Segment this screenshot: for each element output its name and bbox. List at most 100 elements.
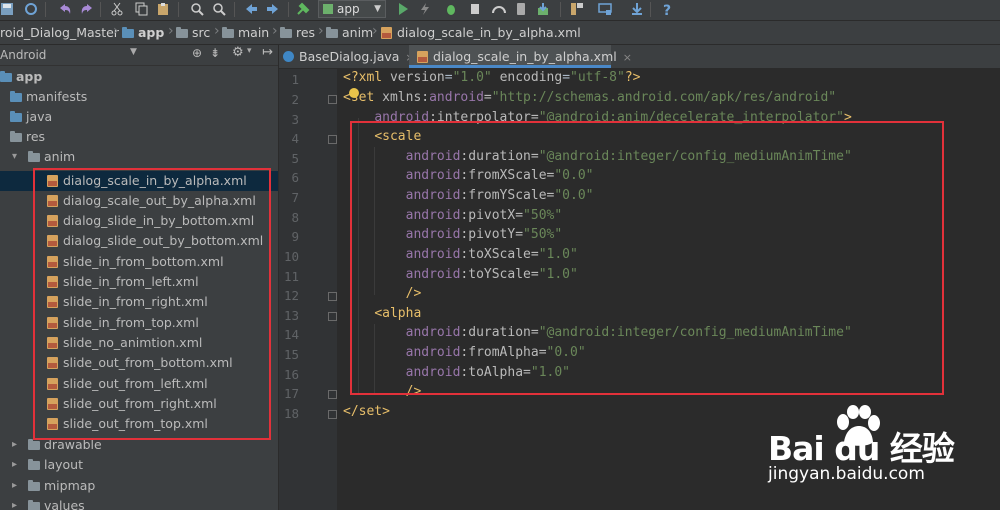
folder-icon [326,27,338,38]
attach-debugger-icon[interactable] [468,2,482,16]
java-class-icon [283,51,294,62]
toolbar-divider [100,2,101,17]
fold-marker-icon[interactable] [328,312,337,321]
breadcrumb-separator: › [168,23,174,39]
view-mode-chevron-icon[interactable]: ▼ [130,47,137,57]
tree-item-anim[interactable]: ▾ anim [0,147,278,167]
highlight-box [350,121,944,395]
cut-icon[interactable] [110,2,124,16]
expand-arrow-icon[interactable]: ▸ [12,435,17,455]
tree-item-label: anim [44,149,76,164]
breadcrumb-anim[interactable]: anim [326,25,373,40]
module-folder-icon [0,71,12,82]
scroll-from-source-icon[interactable]: ⊕ [192,46,202,60]
fold-marker-icon[interactable] [328,292,337,301]
xml-file-icon [381,27,392,39]
tree-item-mipmap[interactable]: ▸ mipmap [0,476,278,496]
tab-base-dialog-java[interactable]: BaseDialog.java× [283,45,415,68]
apply-changes-icon[interactable] [418,2,432,16]
breadcrumb-label: anim [342,25,374,40]
toolbar-divider [45,2,46,17]
device-manager-icon[interactable] [630,2,644,16]
avd-manager-icon[interactable] [514,2,528,16]
tab-label: dialog_scale_in_by_alpha.xml [433,49,617,64]
expand-arrow-icon[interactable]: ▸ [12,455,17,475]
breadcrumb-separator: › [214,23,220,39]
tree-item-app[interactable]: app [0,67,278,87]
breadcrumb-main[interactable]: main [222,25,269,40]
expand-arrow-icon[interactable]: ▾ [12,147,17,167]
module-folder-icon [122,27,134,38]
find-icon[interactable] [190,2,204,16]
copy-icon[interactable] [134,2,148,16]
breadcrumb-separator: › [318,23,324,39]
expand-arrow-icon[interactable]: ▸ [12,476,17,496]
lightbulb-icon[interactable] [349,88,359,98]
project-panel: Android ▼ ⊕ ⇟ ⚙ ▾ ↦ app ▸ manifests ▸ ja… [0,45,279,510]
chevron-down-icon: ▼ [374,4,381,14]
code-line-18: </set> [343,404,390,419]
main-toolbar: app ▼ ? [0,0,1000,21]
line-number: 9 [291,229,299,244]
folder-icon [28,151,40,162]
tree-item-res[interactable]: ▾ res [0,127,278,147]
paste-icon[interactable] [156,2,170,16]
breadcrumb-src[interactable]: src [176,25,210,40]
line-number: 17 [283,386,299,401]
watermark-url: jingyan.baidu.com [768,464,925,484]
redo-icon[interactable] [80,2,94,16]
project-structure-icon[interactable] [570,2,584,16]
folder-icon [222,27,234,38]
folder-icon [28,500,40,510]
view-mode-select[interactable]: Android [0,48,46,62]
line-number: 12 [283,288,299,303]
breadcrumb-res[interactable]: res [280,25,315,40]
toolbar-divider [234,2,235,17]
make-project-icon[interactable] [296,2,310,16]
editor-gutter: 1 2 3 4 5 6 7 8 9 10 11 12 13 14 15 16 17 18 [279,69,337,510]
run-config-select[interactable]: app ▼ [318,0,386,18]
collapse-all-icon[interactable]: ⇟ [210,46,220,60]
tab-dialog-scale-in-by-alpha[interactable]: dialog_scale_in_by_alpha.xml × [409,45,632,68]
android-icon [323,4,333,14]
tree-item-manifests[interactable]: ▸ manifests [0,87,278,107]
debug-icon[interactable] [444,2,458,16]
highlight-box [33,168,271,440]
line-number: 13 [283,308,299,323]
breadcrumb-file[interactable]: dialog_scale_in_by_alpha.xml [381,25,581,40]
expand-arrow-icon[interactable]: ▸ [12,496,17,510]
layout-inspector-icon[interactable] [598,2,612,16]
help-icon[interactable]: ? [660,2,674,16]
tree-item-label: layout [44,457,84,472]
run-icon[interactable] [396,2,410,16]
forward-icon[interactable] [266,2,280,16]
profile-icon[interactable] [492,2,506,16]
close-icon[interactable]: × [623,51,632,64]
replace-icon[interactable] [212,2,226,16]
line-number: 10 [283,249,299,264]
watermark-brand: Bai du 经验 [768,429,955,468]
toolbar-divider [178,2,179,17]
code-line-2: <set xmlns:android="http://schemas.andro… [343,90,837,105]
settings-chevron-icon[interactable]: ▾ [247,46,252,56]
fold-marker-icon[interactable] [328,95,337,104]
hide-panel-icon[interactable]: ↦ [262,45,273,60]
tree-item-values[interactable]: ▸ values [0,496,278,510]
undo-icon[interactable] [58,2,72,16]
breadcrumb-project[interactable]: roid_Dialog_Master [0,25,119,40]
fold-marker-icon[interactable] [328,135,337,144]
settings-gear-icon[interactable]: ⚙ [232,45,244,60]
fold-marker-icon[interactable] [328,390,337,399]
folder-icon [10,131,22,142]
line-number: 11 [283,269,299,284]
code-line-1: <?xml version="1.0" encoding="utf-8"?> [343,70,641,85]
sync-icon[interactable] [24,2,38,16]
tree-item-layout[interactable]: ▸ layout [0,455,278,475]
tree-item-java[interactable]: ▸ java [0,107,278,127]
breadcrumb-app[interactable]: app [122,25,164,40]
sdk-manager-icon[interactable] [536,2,550,16]
tree-item-label: mipmap [44,478,96,493]
save-all-icon[interactable] [0,2,14,16]
fold-marker-icon[interactable] [328,410,337,419]
back-icon[interactable] [244,2,258,16]
